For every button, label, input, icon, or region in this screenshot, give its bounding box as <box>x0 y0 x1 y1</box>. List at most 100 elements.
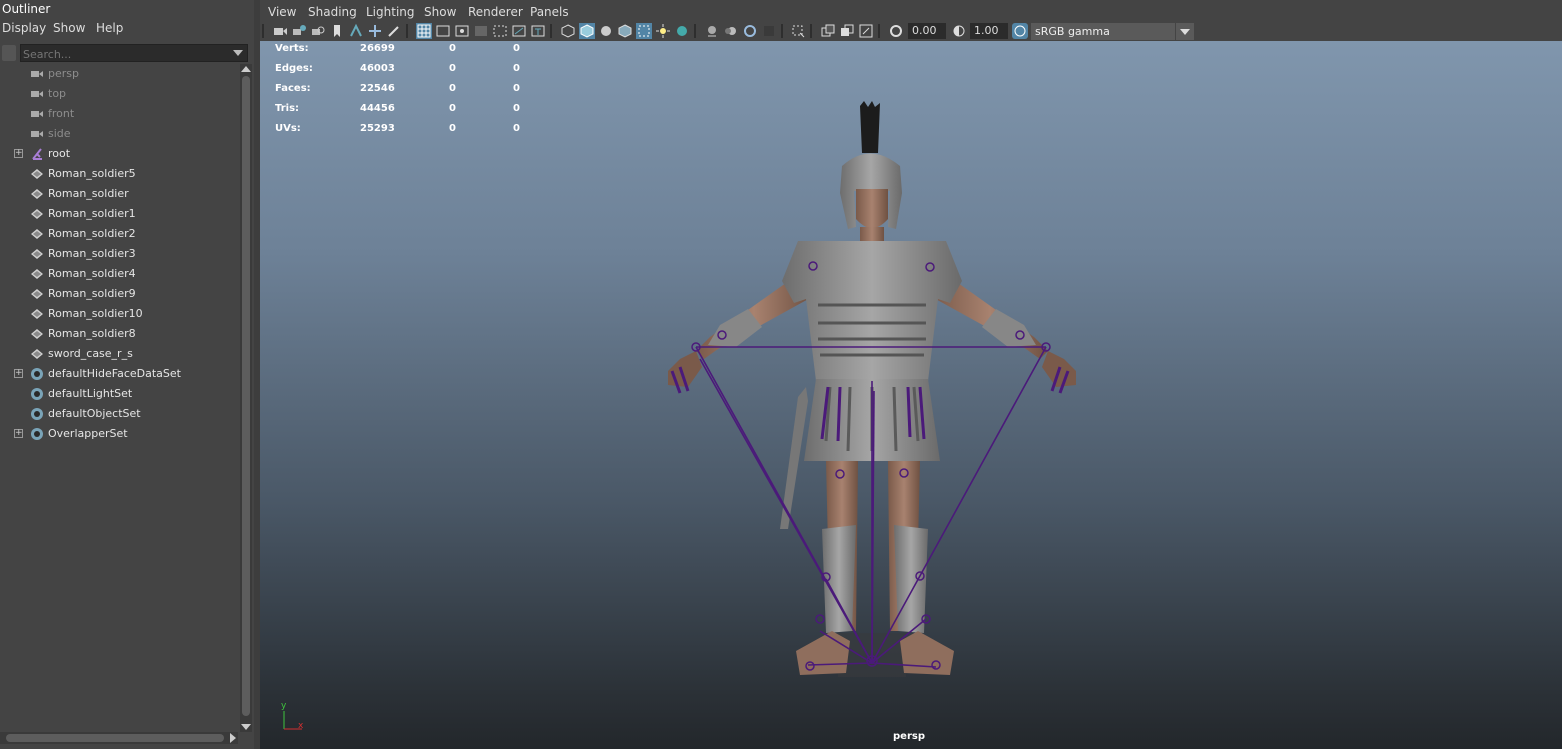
roman-soldier-model[interactable] <box>260 41 1562 749</box>
screen-space-ao-icon[interactable] <box>704 23 720 39</box>
outliner-item[interactable]: defaultLightSet <box>0 384 238 404</box>
outliner-item[interactable]: side <box>0 124 238 144</box>
outliner-item[interactable]: Roman_soldier10 <box>0 304 238 324</box>
menu-view[interactable]: View <box>268 5 296 19</box>
scroll-down-icon[interactable] <box>241 724 251 730</box>
scroll-thumb[interactable] <box>6 734 224 742</box>
scroll-up-icon[interactable] <box>241 66 251 72</box>
expand-icon[interactable]: + <box>14 429 23 438</box>
wireframe-icon[interactable] <box>560 23 576 39</box>
outliner-item[interactable]: top <box>0 84 238 104</box>
search-input[interactable] <box>21 45 230 63</box>
outliner-item[interactable]: persp <box>0 64 238 84</box>
outliner-item[interactable]: Roman_soldier9 <box>0 284 238 304</box>
outliner-item[interactable]: sword_case_r_s <box>0 344 238 364</box>
chevron-down-icon[interactable] <box>1175 23 1194 40</box>
mesh-icon <box>30 267 44 281</box>
set-icon <box>30 427 44 441</box>
expand-icon[interactable]: + <box>14 369 23 378</box>
motion-blur-icon[interactable] <box>723 23 739 39</box>
select-camera-icon[interactable] <box>272 23 288 39</box>
safe-action-icon[interactable] <box>511 23 527 39</box>
grease-pencil-icon[interactable] <box>386 23 402 39</box>
set-icon <box>30 387 44 401</box>
film-gate-icon[interactable] <box>435 23 451 39</box>
outliner-item[interactable]: Roman_soldier1 <box>0 204 238 224</box>
scroll-right-icon[interactable] <box>230 733 236 743</box>
shadows-icon[interactable] <box>674 23 690 39</box>
copy-icon[interactable] <box>820 23 836 39</box>
safe-title-icon[interactable] <box>530 23 546 39</box>
menu-renderer[interactable]: Renderer <box>468 5 523 19</box>
gate-mask-icon[interactable] <box>473 23 489 39</box>
outliner-item[interactable]: Roman_soldier3 <box>0 244 238 264</box>
bookmark-icon[interactable] <box>329 23 345 39</box>
3d-viewport[interactable]: Verts: 26699 0 0 Edges: 46003 0 0 Faces: 22546 0 0 T… <box>260 41 1562 749</box>
mesh-icon <box>30 307 44 321</box>
anti-aliasing-icon[interactable] <box>742 23 758 39</box>
wireframe-on-shaded-icon[interactable] <box>617 23 633 39</box>
bookmarks-icon[interactable] <box>310 23 326 39</box>
copy-alt-icon[interactable] <box>839 23 855 39</box>
outliner-vertical-scrollbar[interactable] <box>240 64 252 732</box>
axis-gizmo: y x <box>281 701 304 731</box>
image-plane-icon[interactable] <box>348 23 364 39</box>
toolbar-separator <box>550 24 552 38</box>
depth-of-field-icon[interactable] <box>761 23 777 39</box>
outliner-item[interactable]: defaultObjectSet <box>0 404 238 424</box>
field-chart-icon[interactable] <box>492 23 508 39</box>
outliner-item[interactable]: Roman_soldier8 <box>0 324 238 344</box>
2d-pan-zoom-icon[interactable] <box>367 23 383 39</box>
viewport-panel: View Shading Lighting Show Renderer Pane… <box>260 0 1562 749</box>
xray-icon[interactable] <box>636 23 652 39</box>
outliner-item-label: side <box>48 127 71 140</box>
gamma-icon[interactable] <box>951 23 967 39</box>
outliner-item[interactable]: Roman_soldier4 <box>0 264 238 284</box>
exposure-field[interactable]: 0.00 <box>908 23 946 39</box>
outliner-item-label: Roman_soldier4 <box>48 267 136 280</box>
menu-show[interactable]: Show <box>424 5 456 19</box>
default-material-icon[interactable] <box>598 23 614 39</box>
outliner-item[interactable]: Roman_soldier2 <box>0 224 238 244</box>
camera-icon <box>30 107 44 121</box>
grid-icon[interactable] <box>416 23 432 39</box>
scroll-thumb[interactable] <box>242 76 250 716</box>
smooth-shade-icon[interactable] <box>579 23 595 39</box>
outliner-item[interactable]: + OverlapperSet <box>0 424 238 444</box>
menu-display[interactable]: Display <box>2 21 46 35</box>
search-options-button[interactable] <box>2 45 16 61</box>
camera-attributes-icon[interactable] <box>291 23 307 39</box>
outliner-item-label: Roman_soldier9 <box>48 287 136 300</box>
toolbar-separator <box>406 24 408 38</box>
menu-help[interactable]: Help <box>96 21 123 35</box>
camera-icon <box>30 67 44 81</box>
outliner-item-label: Roman_soldier2 <box>48 227 136 240</box>
outliner-item-label: defaultObjectSet <box>48 407 141 420</box>
toolbar-separator <box>694 24 696 38</box>
menu-lighting[interactable]: Lighting <box>366 5 415 19</box>
outliner-panel: Outliner Display Show Help persp top front… <box>0 0 254 749</box>
gamma-field[interactable]: 1.00 <box>970 23 1008 39</box>
use-all-lights-icon[interactable] <box>655 23 671 39</box>
outliner-item[interactable]: + root <box>0 144 238 164</box>
menu-show[interactable]: Show <box>53 21 85 35</box>
outliner-item[interactable]: Roman_soldier5 <box>0 164 238 184</box>
toolbar-separator <box>781 24 783 38</box>
resolution-gate-icon[interactable] <box>454 23 470 39</box>
outliner-item[interactable]: + defaultHideFaceDataSet <box>0 364 238 384</box>
chevron-down-icon[interactable] <box>233 50 243 56</box>
menu-shading[interactable]: Shading <box>308 5 357 19</box>
outliner-item-label: Roman_soldier5 <box>48 167 136 180</box>
outliner-horizontal-scrollbar[interactable] <box>0 732 238 744</box>
outliner-item[interactable]: front <box>0 104 238 124</box>
isolate-select-icon[interactable] <box>790 23 806 39</box>
outliner-menu-bar: Display Show Help <box>0 19 254 39</box>
color-space-select[interactable]: sRGB gamma <box>1031 23 1194 40</box>
color-management-icon[interactable] <box>1012 23 1028 39</box>
outliner-item-label: sword_case_r_s <box>48 347 133 360</box>
menu-panels[interactable]: Panels <box>530 5 569 19</box>
fit-view-icon[interactable] <box>858 23 874 39</box>
expand-icon[interactable]: + <box>14 149 23 158</box>
outliner-item[interactable]: Roman_soldier <box>0 184 238 204</box>
exposure-icon[interactable] <box>888 23 904 39</box>
